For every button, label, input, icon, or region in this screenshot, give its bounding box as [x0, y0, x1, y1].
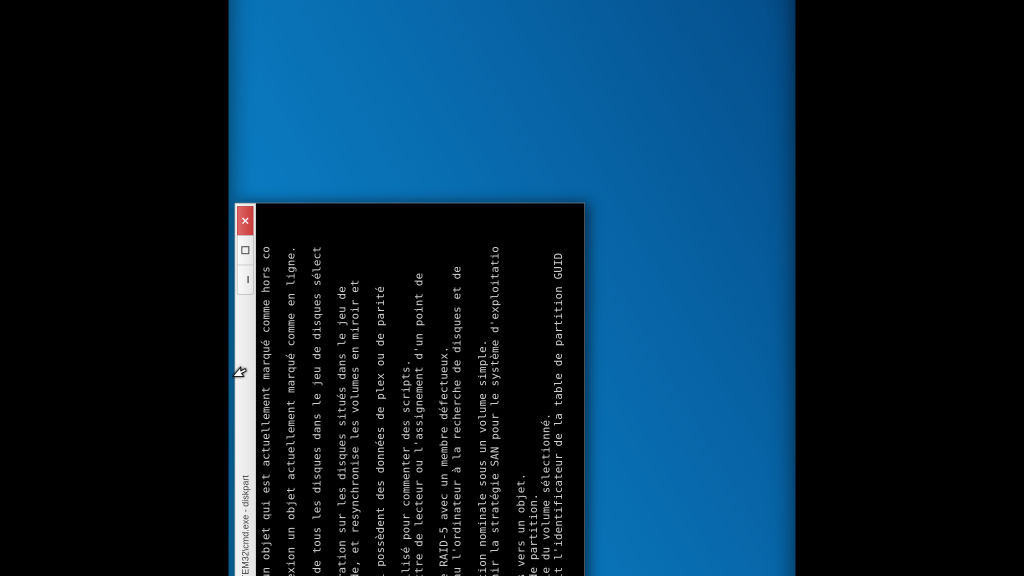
window-title: Sélectionner Administrateur : X:\windows… — [240, 475, 250, 576]
maximize-button[interactable] — [237, 235, 254, 264]
desc-offline: - Mettre hors connexion un objet actuell… — [285, 246, 298, 576]
desc-repair: - Réparer un volume RAID-5 avec un membr… — [438, 346, 451, 576]
desc-retain: - Placer une partition nominale sous un … — [476, 340, 489, 576]
desktop-background: Sélectionner Administrateur : X:\windows… — [228, 0, 795, 576]
window-titlebar[interactable]: Sélectionner Administrateur : X:\windows… — [235, 203, 256, 576]
desc-rescan: - Analyser à nouveau l'ordinateur à la r… — [451, 266, 476, 576]
close-icon — [241, 217, 249, 225]
desc-uniqueid: - Affiche ou définit l'identificateur de… — [553, 253, 578, 576]
desc-shrink: - Réduisez la taille du volume sélection… — [540, 413, 553, 576]
desc-setid: - Changer le type de partition. — [527, 493, 540, 576]
desc-select: - Déplacer le focus vers un objet. — [515, 473, 528, 576]
desc-san: - Afficher ou définir la stratégie SAN p… — [489, 246, 514, 576]
window-buttons — [237, 206, 254, 295]
desc-remove: - Supprimer une lettre de lecteur ou l'a… — [413, 273, 438, 576]
minimize-icon — [241, 275, 249, 283]
desc-rem: - Ne fait rien. Utilisé pour commenter d… — [400, 360, 413, 576]
close-button[interactable] — [237, 206, 254, 235]
desc-recover: - Actualise l'état de tous les disques d… — [311, 246, 400, 576]
console-output[interactable]: ONLINE - Mettre en ligne un objet qui es… — [256, 203, 584, 576]
desc-online: - Mettre en ligne un objet qui est actue… — [260, 246, 285, 576]
command-prompt-window: Sélectionner Administrateur : X:\windows… — [234, 203, 584, 576]
minimize-button[interactable] — [237, 265, 254, 295]
viewport: Sélectionner Administrateur : X:\windows… — [0, 0, 1024, 576]
maximize-icon — [241, 246, 249, 254]
